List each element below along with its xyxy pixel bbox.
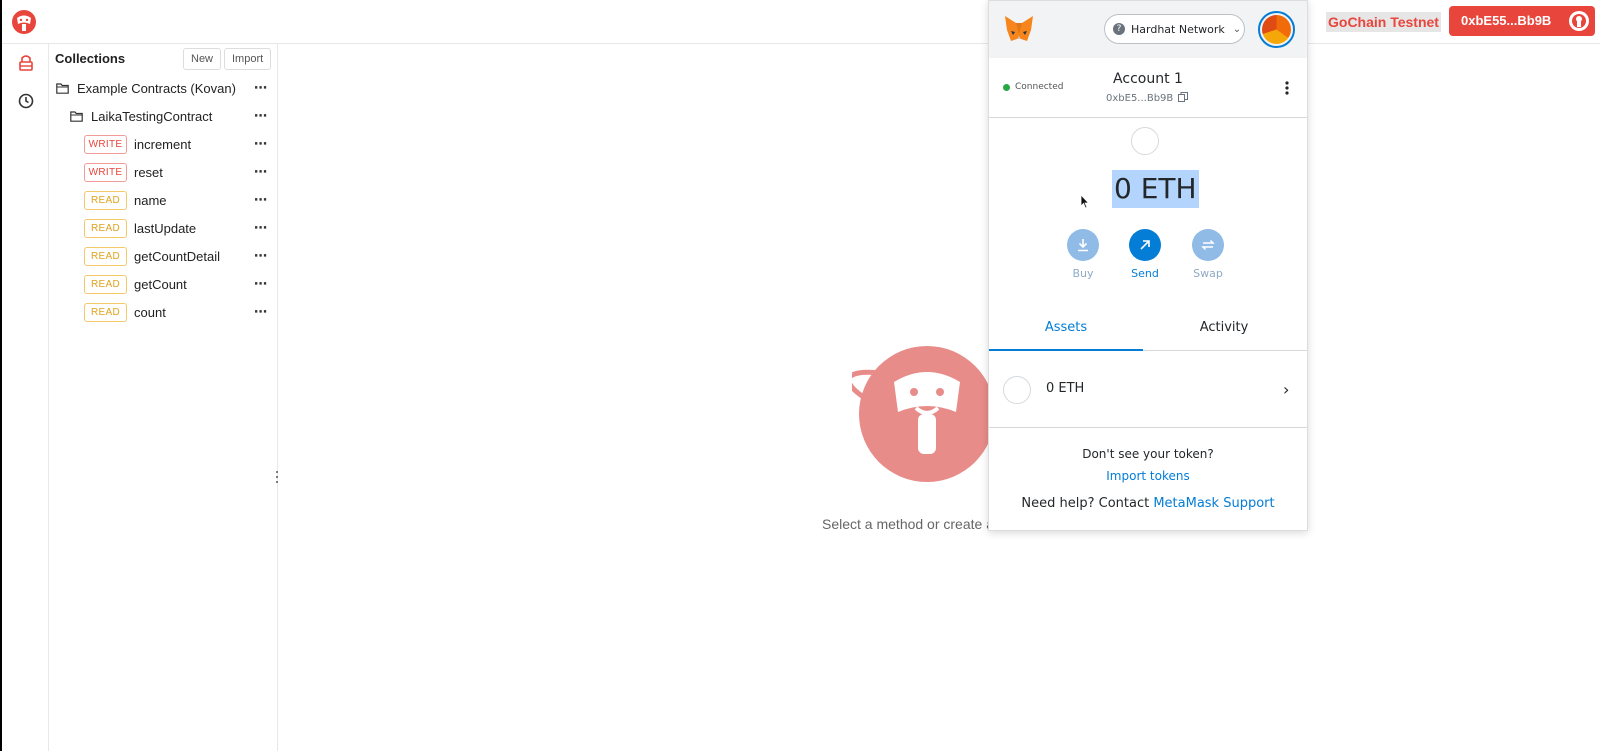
metamask-popup: ? Hardhat Network ⌄ Connected Account 1 …: [988, 0, 1308, 531]
folder-icon: [70, 110, 83, 122]
method-row[interactable]: READ count ⋯: [84, 298, 278, 326]
network-indicator: GoChain Testnet: [1326, 12, 1441, 32]
more-menu-icon[interactable]: ⋯: [254, 80, 267, 96]
more-menu-icon[interactable]: ⋯: [254, 304, 267, 320]
method-row[interactable]: READ getCount ⋯: [84, 270, 278, 298]
send-arrow-icon: [1129, 229, 1161, 261]
asset-row[interactable]: 0 ETH ›: [989, 352, 1307, 428]
more-menu-icon[interactable]: ⋯: [254, 164, 267, 180]
help-icon: ?: [1113, 23, 1125, 35]
icon-rail: [2, 44, 49, 751]
import-tokens-link[interactable]: Import tokens: [989, 469, 1307, 483]
method-name: increment: [134, 136, 192, 152]
buy-button[interactable]: Buy: [1058, 229, 1108, 280]
more-menu-icon[interactable]: ⋯: [254, 136, 267, 152]
asset-balance: 0 ETH: [1046, 381, 1085, 396]
more-menu-icon[interactable]: ⋯: [254, 276, 267, 292]
folder-name: Example Contracts (Kovan): [77, 80, 236, 96]
metamask-tabs: Assets Activity: [989, 308, 1307, 351]
mouse-pointer-icon: [1080, 194, 1090, 209]
wallet-address: 0xbE55...Bb9B: [1461, 13, 1552, 28]
method-row[interactable]: WRITE reset ⋯: [84, 158, 278, 186]
empty-state-dog-illustration: [852, 346, 1002, 482]
method-row[interactable]: WRITE increment ⋯: [84, 130, 278, 158]
method-type-badge: READ: [84, 190, 127, 210]
metamask-fox-icon[interactable]: [1003, 14, 1035, 44]
buy-label: Buy: [1072, 267, 1094, 280]
avatar: [1569, 11, 1589, 31]
account-options-icon[interactable]: [1284, 80, 1290, 96]
panel-resize-handle[interactable]: [275, 470, 279, 484]
laika-logo-icon[interactable]: [11, 9, 37, 35]
copy-icon: [1178, 92, 1189, 102]
more-menu-icon[interactable]: ⋯: [254, 108, 267, 124]
more-menu-icon[interactable]: ⋯: [254, 248, 267, 264]
method-type-badge: READ: [84, 218, 127, 238]
top-bar: GoChain Testnet 0xbE55...Bb9B: [2, 0, 1600, 44]
method-name: getCount: [134, 276, 187, 292]
token-icon: [1131, 127, 1159, 155]
network-selector[interactable]: ? Hardhat Network ⌄: [1104, 14, 1245, 44]
contract-name: LaikaTestingContract: [91, 108, 213, 124]
download-icon: [1067, 229, 1099, 261]
method-row[interactable]: READ lastUpdate ⋯: [84, 214, 278, 242]
send-label: Send: [1131, 267, 1159, 280]
account-section: Connected Account 1 0xbE5...Bb9B: [989, 58, 1307, 118]
account-address[interactable]: 0xbE5...Bb9B: [1106, 92, 1189, 104]
folder-icon: [56, 82, 69, 94]
method-row[interactable]: READ getCountDetail ⋯: [84, 242, 278, 270]
method-name: reset: [134, 164, 163, 180]
contract-row[interactable]: LaikaTestingContract ⋯: [70, 102, 278, 130]
method-name: lastUpdate: [134, 220, 197, 236]
account-address-text: 0xbE5...Bb9B: [1106, 93, 1174, 104]
account-avatar[interactable]: [1258, 11, 1295, 48]
metamask-header: ? Hardhat Network ⌄: [989, 1, 1307, 58]
collections-icon[interactable]: [15, 52, 37, 74]
history-icon[interactable]: [15, 90, 37, 112]
tab-assets[interactable]: Assets: [989, 308, 1143, 351]
swap-icon: [1192, 229, 1224, 261]
wallet-address-button[interactable]: 0xbE55...Bb9B: [1449, 6, 1595, 36]
method-row[interactable]: READ name ⋯: [84, 186, 278, 214]
method-name: name: [134, 192, 167, 208]
method-type-badge: WRITE: [84, 162, 127, 182]
new-button[interactable]: New: [183, 48, 222, 70]
chevron-right-icon: ›: [1283, 380, 1290, 399]
swap-button[interactable]: Swap: [1183, 229, 1233, 280]
send-button[interactable]: Send: [1120, 229, 1170, 280]
more-menu-icon[interactable]: ⋯: [254, 220, 267, 236]
help-prefix: Need help? Contact: [1021, 496, 1154, 511]
folder-row[interactable]: Example Contracts (Kovan) ⋯: [56, 74, 278, 102]
token-icon: [1003, 376, 1031, 404]
balance-amount: 0 ETH: [1112, 170, 1199, 208]
method-name: count: [134, 304, 166, 320]
import-button[interactable]: Import: [224, 48, 272, 70]
method-name: getCountDetail: [134, 248, 220, 264]
dont-see-token-text: Don't see your token?: [1082, 447, 1214, 461]
laika-app: GoChain Testnet 0xbE55...Bb9B Collection…: [2, 0, 1600, 751]
method-type-badge: READ: [84, 274, 127, 294]
collections-panel: Collections New Import Example Contracts…: [49, 44, 278, 751]
more-menu-icon[interactable]: ⋯: [254, 192, 267, 208]
tab-activity[interactable]: Activity: [1147, 308, 1301, 351]
chevron-down-icon: ⌄: [1232, 23, 1242, 35]
metamask-support-link[interactable]: MetaMask Support: [1153, 496, 1274, 511]
network-name: Hardhat Network: [1131, 22, 1225, 36]
swap-label: Swap: [1193, 267, 1223, 280]
method-type-badge: WRITE: [84, 134, 127, 154]
method-type-badge: READ: [84, 302, 127, 322]
method-type-badge: READ: [84, 246, 127, 266]
account-name: Account 1: [1113, 71, 1183, 87]
collections-title: Collections: [55, 51, 126, 66]
help-text: Need help? Contact MetaMask Support: [989, 496, 1307, 511]
